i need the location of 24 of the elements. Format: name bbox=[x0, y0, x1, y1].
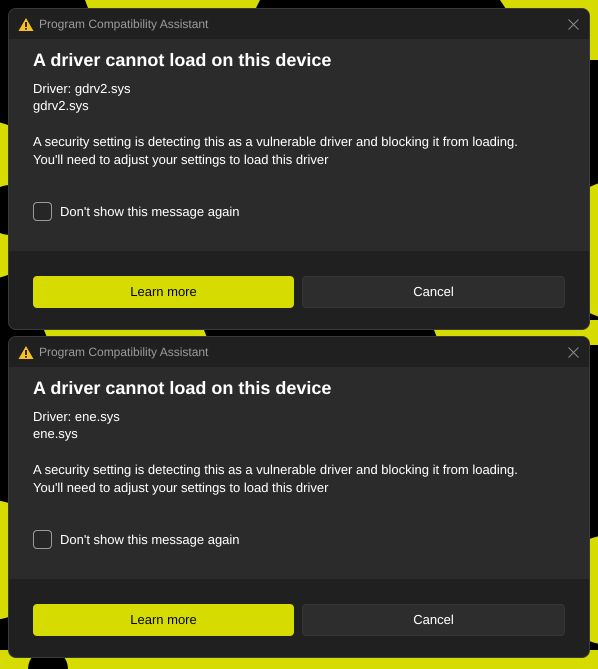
window-title: Program Compatibility Assistant bbox=[39, 16, 208, 33]
driver-text: Driver: ene.sys bbox=[33, 408, 120, 425]
driver-text: Driver: gdrv2.sys bbox=[33, 80, 131, 97]
learn-more-button[interactable]: Learn more bbox=[33, 276, 294, 308]
message-text: A security setting is detecting this as a vulnerable driver and blocking it from loading. bbox=[33, 461, 518, 479]
message-text: A security setting is detecting this as a vulnerable driver and blocking it from loading. bbox=[33, 133, 518, 151]
dialog-heading: A driver cannot load on this device bbox=[33, 49, 332, 71]
close-icon[interactable] bbox=[568, 346, 579, 358]
driver-text: ene.sys bbox=[33, 425, 78, 442]
driver-text: gdrv2.sys bbox=[33, 97, 89, 114]
learn-more-button[interactable]: Learn more bbox=[33, 604, 294, 636]
dialog-heading: A driver cannot load on this device bbox=[33, 377, 332, 399]
window-title: Program Compatibility Assistant bbox=[39, 344, 208, 361]
cancel-button[interactable]: Cancel bbox=[302, 604, 565, 636]
message-text: You'll need to adjust your settings to load this driver bbox=[33, 479, 328, 497]
warning-icon bbox=[18, 344, 34, 360]
checkbox-label: Don't show this message again bbox=[60, 531, 240, 549]
checkbox-label: Don't show this message again bbox=[60, 203, 240, 221]
close-icon[interactable] bbox=[568, 18, 579, 30]
warning-icon bbox=[18, 16, 34, 32]
message-text: You'll need to adjust your settings to load this driver bbox=[33, 151, 328, 169]
checkbox[interactable] bbox=[33, 530, 52, 550]
checkbox[interactable] bbox=[33, 202, 52, 222]
cancel-button[interactable]: Cancel bbox=[302, 276, 565, 308]
